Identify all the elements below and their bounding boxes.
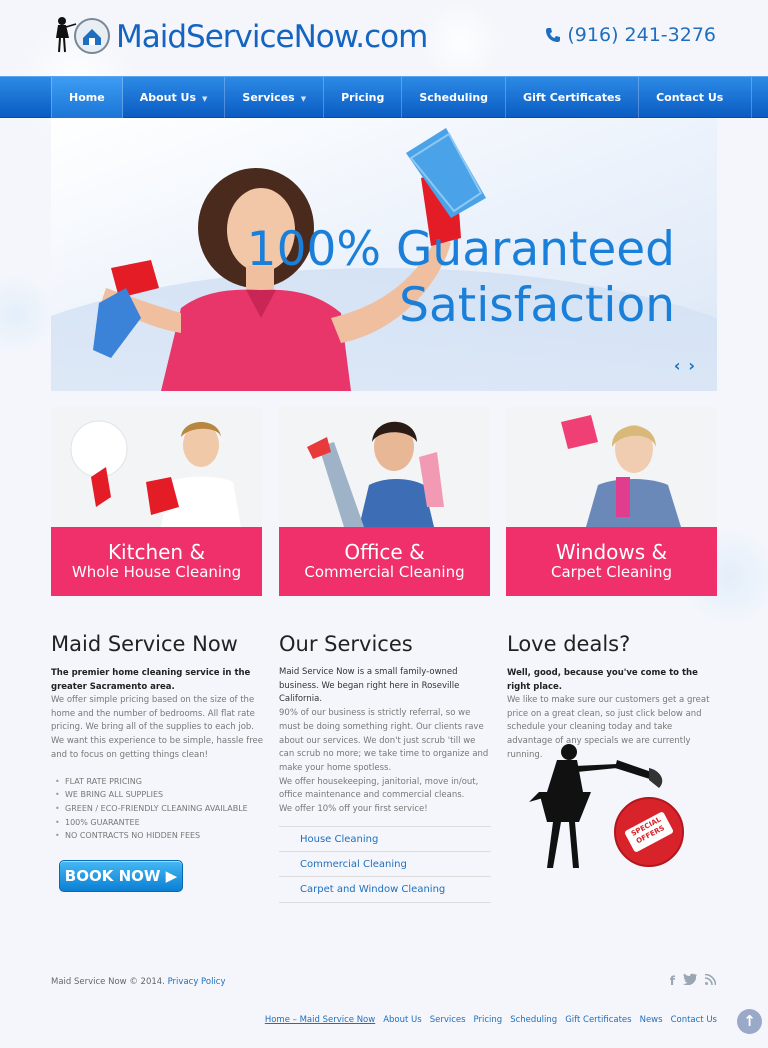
- site-header: MaidServiceNow.com (916) 241-3276: [0, 0, 768, 76]
- kitchen-band: Kitchen & Whole House Cleaning: [51, 527, 262, 596]
- footer-link-news[interactable]: News: [640, 1015, 663, 1025]
- rss-icon[interactable]: [704, 973, 717, 988]
- phone-text: (916) 241-3276: [567, 24, 716, 46]
- special-offers-image[interactable]: SPECIAL OFFERS: [517, 740, 697, 875]
- nav-home-label: Home: [69, 91, 105, 104]
- chevron-down-icon: ▼: [300, 95, 307, 103]
- main-navbar: Home About Us ▼ Services ▼ Pricing Schedul…: [0, 76, 768, 119]
- nav-home[interactable]: Home: [51, 77, 123, 119]
- section-title: Maid Service Now: [51, 632, 238, 656]
- tile-windows[interactable]: Windows & Carpet Cleaning: [506, 407, 717, 596]
- twitter-icon[interactable]: [683, 973, 697, 988]
- headline-line-2: Satisfaction: [399, 278, 675, 333]
- tile-subtitle: Whole House Cleaning: [71, 563, 242, 581]
- social-icons: f: [670, 973, 717, 988]
- link-house-cleaning[interactable]: House Cleaning: [279, 826, 491, 852]
- service-tiles: Kitchen & Whole House Cleaning Office & …: [51, 407, 717, 597]
- section-lead: The premier home cleaning service in the…: [51, 668, 251, 692]
- nav-pricing[interactable]: Pricing: [324, 77, 403, 119]
- nav-scheduling[interactable]: Scheduling: [402, 77, 507, 119]
- footer-link-contact[interactable]: Contact Us: [671, 1015, 717, 1025]
- nav-gift-label: Gift Certificates: [523, 91, 622, 104]
- windows-band: Windows & Carpet Cleaning: [506, 527, 717, 596]
- section-body: We offer simple pricing based on the siz…: [51, 695, 263, 760]
- footer-link-pricing[interactable]: Pricing: [474, 1015, 503, 1025]
- tile-title: Kitchen &: [107, 540, 206, 564]
- copyright-text: Maid Service Now © 2014.: [51, 977, 165, 987]
- slider-arrows: ‹›: [674, 356, 703, 375]
- section-para: 90% of our business is strictly referral…: [279, 708, 489, 773]
- nav-contact-us[interactable]: Contact Us: [639, 77, 753, 119]
- nav-about-us[interactable]: About Us ▼: [123, 77, 226, 119]
- logo-text: MaidServiceNow.com: [116, 19, 428, 55]
- slider-headline: 100% Guaranteed Satisfaction: [247, 222, 675, 334]
- kitchen-photo: [51, 407, 262, 527]
- tile-office[interactable]: Office & Commercial Cleaning: [279, 407, 490, 596]
- nav-about-label: About Us: [139, 91, 197, 104]
- nav-pricing-label: Pricing: [341, 91, 385, 104]
- chevron-down-icon: ▼: [202, 95, 208, 103]
- tile-subtitle: Carpet Cleaning: [551, 563, 672, 581]
- tile-kitchen[interactable]: Kitchen & Whole House Cleaning: [51, 407, 262, 596]
- section-para: We offer housekeeping, janitorial, move …: [279, 776, 479, 801]
- next-arrow-icon[interactable]: ›: [688, 356, 703, 375]
- list-item: GREEN / ECO-FRIENDLY CLEANING AVAILABLE: [55, 802, 263, 816]
- footer-link-home[interactable]: Home – Maid Service Now: [265, 1015, 375, 1025]
- list-item: NO CONTRACTS NO HIDDEN FEES: [55, 829, 263, 843]
- section-para: We offer 10% off your first service!: [279, 804, 428, 815]
- list-item: WE BRING ALL SUPPLIES: [55, 788, 263, 802]
- col-our-services: Our Services Maid Service Now is a small…: [279, 632, 491, 817]
- services-links: House Cleaning Commercial Cleaning Carpe…: [279, 826, 491, 903]
- section-para: Maid Service Now is a small family-owned…: [279, 667, 460, 705]
- tile-title: Office &: [344, 540, 425, 564]
- footer-copyright: Maid Service Now © 2014. Privacy Policy: [51, 977, 226, 987]
- features-list: FLAT RATE PRICING WE BRING ALL SUPPLIES …: [55, 775, 263, 844]
- footer-link-services[interactable]: Services: [430, 1015, 466, 1025]
- section-title: Our Services: [279, 632, 413, 656]
- footer-link-scheduling[interactable]: Scheduling: [510, 1015, 557, 1025]
- link-carpet-window-cleaning[interactable]: Carpet and Window Cleaning: [279, 877, 491, 903]
- tile-subtitle: Commercial Cleaning: [304, 563, 465, 581]
- prev-arrow-icon[interactable]: ‹: [674, 356, 689, 375]
- nav-services[interactable]: Services ▼: [225, 77, 325, 119]
- facebook-icon[interactable]: f: [670, 974, 675, 988]
- book-now-button[interactable]: BOOK NOW ▶: [59, 860, 183, 892]
- windows-photo: [506, 407, 717, 527]
- nav-contact-label: Contact Us: [656, 91, 724, 104]
- section-title: Love deals?: [507, 632, 631, 656]
- footer-link-about[interactable]: About Us: [383, 1015, 421, 1025]
- list-item: FLAT RATE PRICING: [55, 775, 263, 789]
- main-nav: Home About Us ▼ Services ▼ Pricing Schedul…: [51, 77, 753, 119]
- site-logo[interactable]: MaidServiceNow.com: [52, 14, 428, 60]
- nav-gift-certificates[interactable]: Gift Certificates: [506, 77, 640, 119]
- maid-logo-icon: [52, 14, 114, 60]
- privacy-policy-link[interactable]: Privacy Policy: [168, 977, 226, 987]
- phone-icon: [546, 28, 561, 42]
- link-commercial-cleaning[interactable]: Commercial Cleaning: [279, 852, 491, 877]
- special-offers-badge: SPECIAL OFFERS: [614, 797, 684, 867]
- col-maid-service-now: Maid Service Now The premier home cleani…: [51, 632, 263, 843]
- office-photo: [279, 407, 490, 527]
- headline-line-1: 100% Guaranteed: [246, 222, 675, 277]
- office-band: Office & Commercial Cleaning: [279, 527, 490, 596]
- footer-link-gift-certificates[interactable]: Gift Certificates: [565, 1015, 631, 1025]
- back-to-top-icon[interactable]: ↑: [737, 1009, 762, 1034]
- list-item: 100% GUARANTEE: [55, 816, 263, 830]
- hero-slider: 100% Guaranteed Satisfaction ‹›: [51, 118, 717, 391]
- nav-services-label: Services: [242, 91, 295, 104]
- footer-nav: Home – Maid Service Now About Us Service…: [265, 1015, 717, 1025]
- nav-scheduling-label: Scheduling: [419, 91, 489, 104]
- tile-title: Windows &: [555, 540, 668, 564]
- section-lead: Well, good, because you've come to the r…: [507, 668, 698, 692]
- phone-number[interactable]: (916) 241-3276: [545, 24, 716, 46]
